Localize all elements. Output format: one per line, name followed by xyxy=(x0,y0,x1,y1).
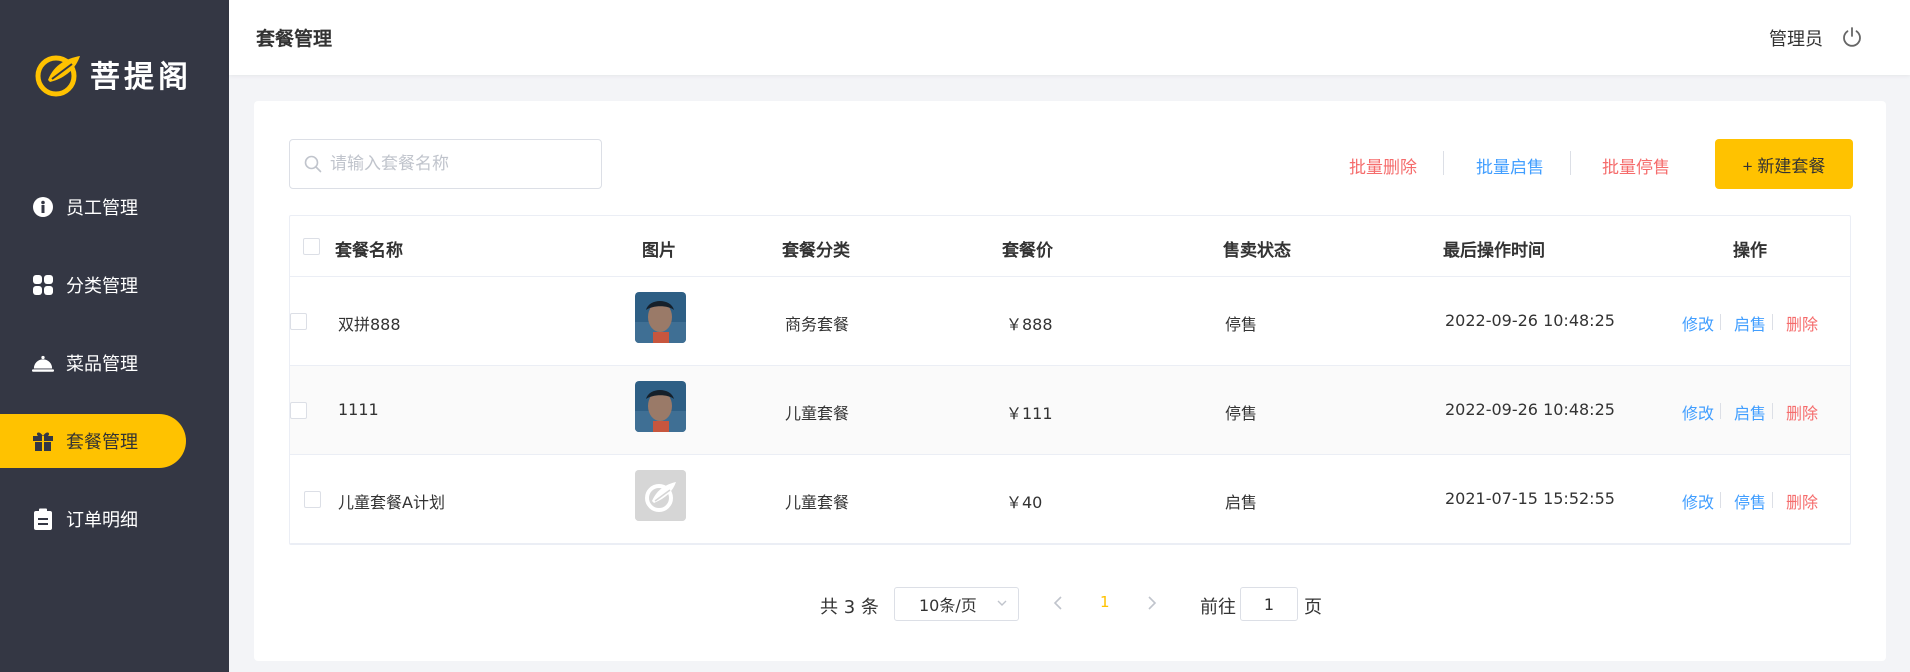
combo-name: 1111 xyxy=(338,400,379,419)
action-divider xyxy=(1772,492,1773,508)
column-header-status: 售卖状态 xyxy=(1223,241,1291,261)
action-divider xyxy=(1772,314,1773,330)
combo-price: ￥40 xyxy=(1006,493,1043,512)
search-box[interactable] xyxy=(289,139,602,189)
toolbar-divider xyxy=(1570,151,1571,175)
sidebar-item-label: 套餐管理 xyxy=(66,432,138,453)
page-number-current[interactable]: 1 xyxy=(1100,593,1110,611)
sidebar-item-label: 菜品管理 xyxy=(66,354,138,375)
row-checkbox[interactable] xyxy=(290,402,307,419)
edit-link[interactable]: 修改 xyxy=(1682,311,1714,335)
employee-icon xyxy=(32,196,54,218)
prev-page-button[interactable] xyxy=(1049,592,1067,614)
search-input[interactable] xyxy=(330,154,600,174)
batch-delete-button[interactable]: 批量删除 xyxy=(1349,153,1417,178)
toggle-sale-link[interactable]: 启售 xyxy=(1734,400,1766,424)
sidebar-item-dish[interactable]: 菜品管理 xyxy=(0,336,229,390)
page-size-value: 10条/页 xyxy=(919,596,977,615)
top-header: 套餐管理 管理员 xyxy=(229,0,1910,75)
column-header-updated: 最后操作时间 xyxy=(1443,241,1545,261)
batch-disable-button[interactable]: 批量停售 xyxy=(1602,153,1670,178)
toggle-sale-link[interactable]: 停售 xyxy=(1734,489,1766,513)
action-divider xyxy=(1720,492,1721,508)
pagination-total: 共 3 条 xyxy=(820,597,879,618)
combo-price: ￥111 xyxy=(1006,404,1053,423)
action-divider xyxy=(1720,403,1721,419)
combo-category: 商务套餐 xyxy=(785,315,850,334)
page-title: 套餐管理 xyxy=(256,28,333,50)
chevron-down-icon xyxy=(997,600,1007,606)
toggle-sale-link[interactable]: 启售 xyxy=(1734,311,1766,335)
sidebar-nav: 员工管理 分类管理 菜品管理 套餐管理 订单明细 xyxy=(0,180,229,570)
combo-status: 停售 xyxy=(1225,315,1258,334)
combo-table: 套餐名称 图片 套餐分类 套餐价 售卖状态 最后操作时间 操作 双拼888 商务… xyxy=(289,215,1851,545)
combo-name: 双拼888 xyxy=(338,315,401,334)
table-row: 1111 儿童套餐 ￥111 停售 2022-09-26 10:48:25 修改… xyxy=(290,366,1850,455)
combo-category: 儿童套餐 xyxy=(785,404,850,423)
placeholder-logo-icon xyxy=(635,470,686,521)
power-icon[interactable] xyxy=(1841,26,1863,48)
search-icon xyxy=(304,155,322,173)
delete-link[interactable]: 删除 xyxy=(1786,311,1818,335)
combo-category: 儿童套餐 xyxy=(785,493,850,512)
combo-price: ￥888 xyxy=(1006,315,1053,334)
logo-leaf-icon xyxy=(35,55,80,97)
category-grid-icon xyxy=(32,274,54,296)
combo-status: 启售 xyxy=(1225,493,1258,512)
action-divider xyxy=(1720,314,1721,330)
current-user[interactable]: 管理员 xyxy=(1769,25,1823,51)
sidebar-item-label: 员工管理 xyxy=(66,198,138,219)
sidebar-item-label: 订单明细 xyxy=(66,510,138,531)
column-header-image: 图片 xyxy=(642,241,676,261)
edit-link[interactable]: 修改 xyxy=(1682,400,1714,424)
order-clipboard-icon xyxy=(32,508,54,530)
combo-name: 儿童套餐A计划 xyxy=(338,493,445,512)
sidebar-item-label: 分类管理 xyxy=(66,276,138,297)
column-header-price: 套餐价 xyxy=(1002,241,1053,261)
row-checkbox[interactable] xyxy=(290,313,307,330)
combo-updated-time: 2022-09-26 10:48:25 xyxy=(1445,400,1615,419)
batch-enable-button[interactable]: 批量启售 xyxy=(1476,153,1544,178)
next-page-button[interactable] xyxy=(1143,592,1161,614)
combo-image[interactable] xyxy=(635,381,686,432)
toolbar-divider xyxy=(1443,151,1444,175)
brand-name: 菩提阁 xyxy=(90,60,192,95)
dish-cloche-icon xyxy=(32,352,54,374)
sidebar-item-orders[interactable]: 订单明细 xyxy=(0,492,229,546)
table-row: 儿童套餐A计划 儿童套餐 ￥40 启售 2021-07-15 15:52:55 … xyxy=(290,455,1850,544)
edit-link[interactable]: 修改 xyxy=(1682,489,1714,513)
goto-prefix: 前往 xyxy=(1200,597,1236,618)
sidebar-item-combo[interactable]: 套餐管理 xyxy=(0,414,186,468)
combo-updated-time: 2022-09-26 10:48:25 xyxy=(1445,311,1615,330)
column-header-category: 套餐分类 xyxy=(782,241,850,261)
combo-image-placeholder[interactable] xyxy=(635,470,686,521)
row-checkbox[interactable] xyxy=(304,491,321,508)
table-row: 双拼888 商务套餐 ￥888 停售 2022-09-26 10:48:25 修… xyxy=(290,277,1850,366)
delete-link[interactable]: 删除 xyxy=(1786,489,1818,513)
page-size-select[interactable]: 10条/页 xyxy=(894,587,1019,621)
main-card: 批量删除 批量启售 批量停售 + 新建套餐 套餐名称 图片 套餐分类 套餐价 售… xyxy=(254,101,1886,661)
combo-updated-time: 2021-07-15 15:52:55 xyxy=(1445,489,1615,508)
column-header-actions: 操作 xyxy=(1733,241,1767,261)
table-header: 套餐名称 图片 套餐分类 套餐价 售卖状态 最后操作时间 操作 xyxy=(290,216,1850,277)
sidebar: 菩提阁 员工管理 分类管理 菜品管理 套餐管理 订单明细 xyxy=(0,0,229,672)
delete-link[interactable]: 删除 xyxy=(1786,400,1818,424)
goto-suffix: 页 xyxy=(1304,597,1322,618)
goto-page-input[interactable] xyxy=(1240,587,1298,621)
brand-logo[interactable]: 菩提阁 xyxy=(34,50,192,98)
sidebar-item-category[interactable]: 分类管理 xyxy=(0,258,229,312)
select-all-checkbox[interactable] xyxy=(303,238,320,255)
combo-image[interactable] xyxy=(635,292,686,343)
action-divider xyxy=(1772,403,1773,419)
column-header-name: 套餐名称 xyxy=(335,241,403,261)
gift-icon xyxy=(32,430,54,452)
combo-status: 停售 xyxy=(1225,404,1258,423)
new-combo-button[interactable]: + 新建套餐 xyxy=(1715,139,1853,189)
sidebar-item-employee[interactable]: 员工管理 xyxy=(0,180,229,234)
